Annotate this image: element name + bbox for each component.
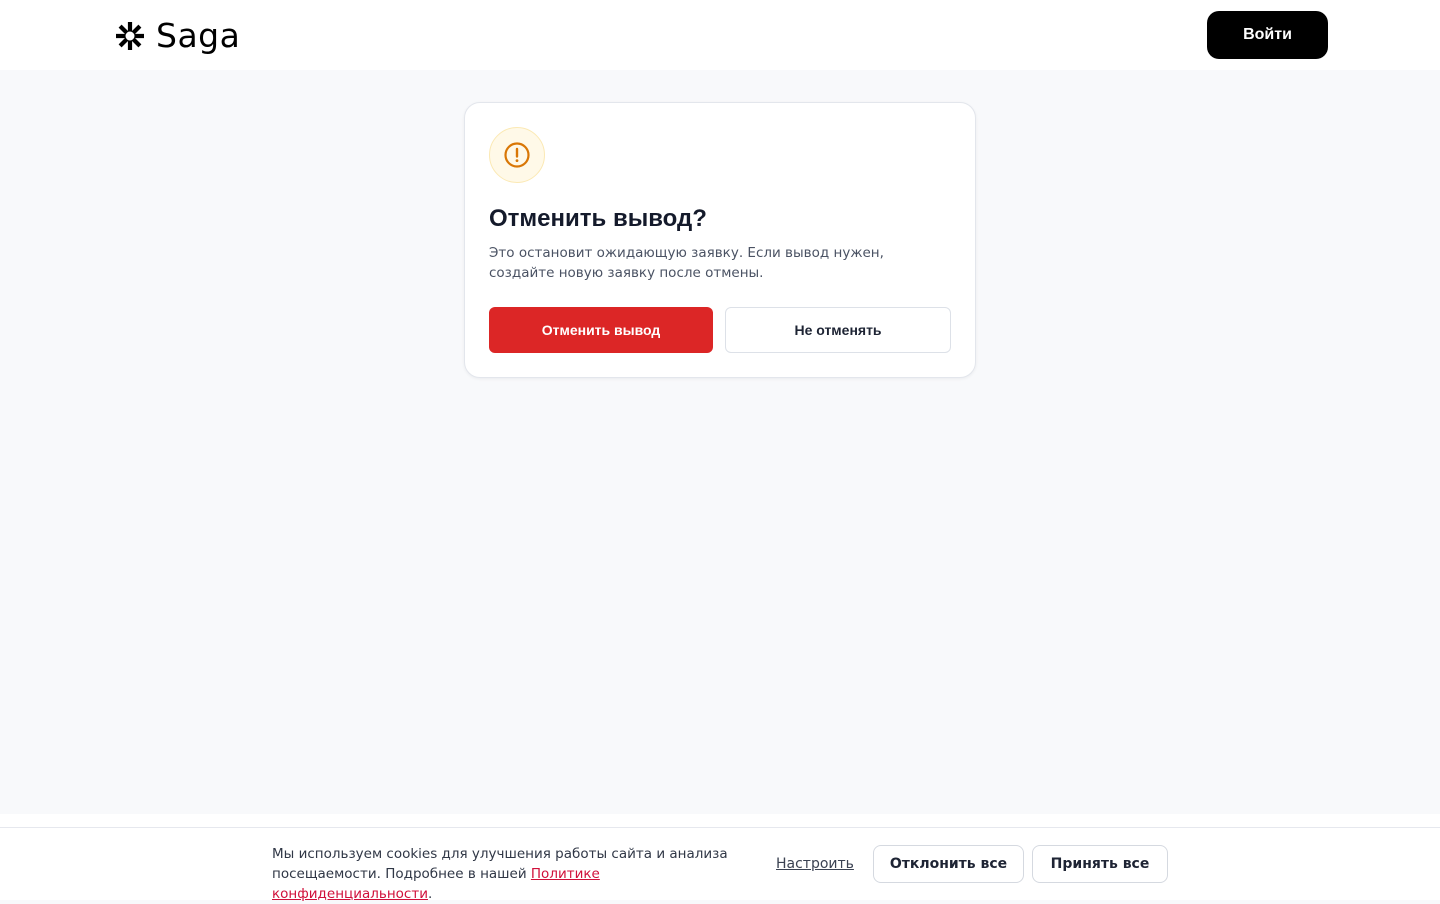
cookie-text: Мы используем cookies для улучшения рабо… <box>272 844 752 904</box>
top-header: Saga Войти <box>0 0 1440 70</box>
cookie-divider <box>0 827 1440 828</box>
alert-circle-icon <box>504 142 530 168</box>
cookie-banner: Мы используем cookies для улучшения рабо… <box>0 814 1440 902</box>
alert-badge <box>489 127 545 183</box>
asterisk-logo-icon <box>116 22 144 50</box>
keep-withdrawal-button[interactable]: Не отменять <box>725 307 951 353</box>
cookie-settings-link[interactable]: Настроить <box>776 854 854 874</box>
accept-all-button[interactable]: Принять все <box>1032 845 1168 883</box>
cookie-text-main: Мы используем cookies для улучшения рабо… <box>272 846 728 882</box>
logo[interactable]: Saga <box>114 14 240 58</box>
logo-text: Saga <box>156 15 241 55</box>
login-button[interactable]: Войти <box>1207 11 1328 59</box>
dialog-description: Это остановит ожидающую заявку. Если выв… <box>489 245 884 281</box>
decline-all-button[interactable]: Отклонить все <box>873 845 1024 883</box>
confirm-cancel-withdrawal-button[interactable]: Отменить вывод <box>489 307 713 353</box>
cancel-withdrawal-dialog: Отменить вывод? Это остановит ожидающую … <box>464 102 976 378</box>
dialog-title: Отменить вывод? <box>489 205 707 232</box>
